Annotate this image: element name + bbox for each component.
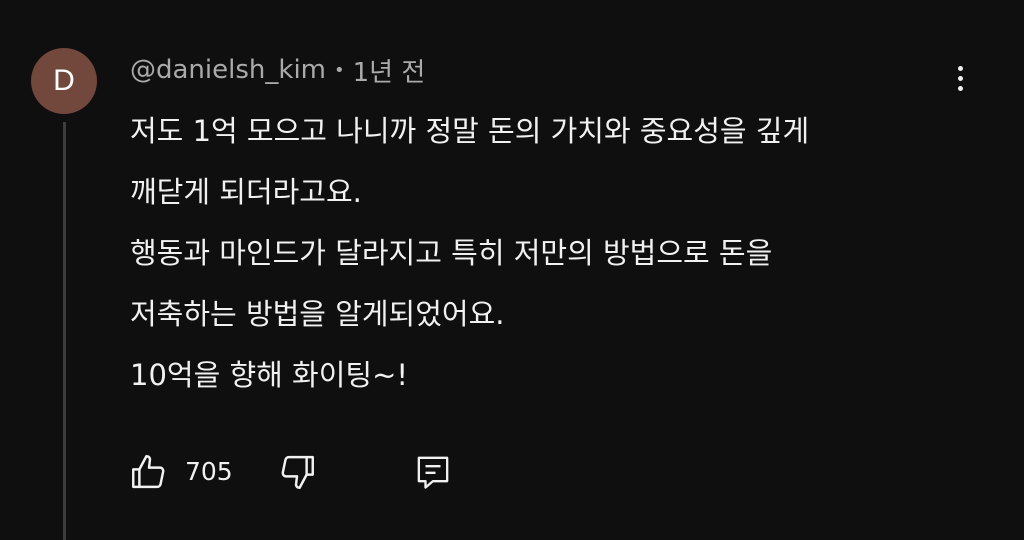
dislike-button[interactable] xyxy=(276,450,318,494)
comment-page: D @danielsh_kim • 1년 전 저도 1억 모으고 나니까 정말 … xyxy=(0,0,1024,540)
comment-actions: 705 xyxy=(0,450,1024,494)
more-vertical-icon-dot xyxy=(957,75,963,81)
more-vertical-icon xyxy=(957,65,963,71)
comment-header: @danielsh_kim • 1년 전 xyxy=(130,50,425,90)
comment-body: 저도 1억 모으고 나니까 정말 돈의 가치와 중요성을 깊게 깨닫게 되더라고… xyxy=(130,106,980,411)
comment-line: 저축하는 방법을 알게되었어요. xyxy=(130,297,505,331)
reply-button[interactable] xyxy=(413,450,453,494)
more-vertical-icon-dot xyxy=(957,85,963,91)
more-options-button[interactable] xyxy=(945,58,975,98)
meta-separator: • xyxy=(334,59,345,81)
comment-line: 저도 1억 모으고 나니까 정말 돈의 가치와 중요성을 깊게 xyxy=(130,114,810,148)
thumb-up-icon xyxy=(132,455,165,489)
comment-line: 깨닫게 되더라고요. xyxy=(130,175,362,209)
like-count: 705 xyxy=(185,457,233,486)
thumb-down-icon xyxy=(281,455,314,489)
like-button[interactable] xyxy=(128,450,170,494)
author-name[interactable]: @danielsh_kim xyxy=(130,55,326,85)
avatar[interactable]: D xyxy=(31,48,97,114)
comment-line: 행동과 마인드가 달라지고 특히 저만의 방법으로 돈을 xyxy=(130,236,773,270)
comment-timestamp[interactable]: 1년 전 xyxy=(353,52,426,89)
avatar-letter: D xyxy=(53,64,75,97)
reply-comment-icon xyxy=(417,456,449,489)
comment-line: 10억을 향해 화이팅~! xyxy=(130,358,409,392)
